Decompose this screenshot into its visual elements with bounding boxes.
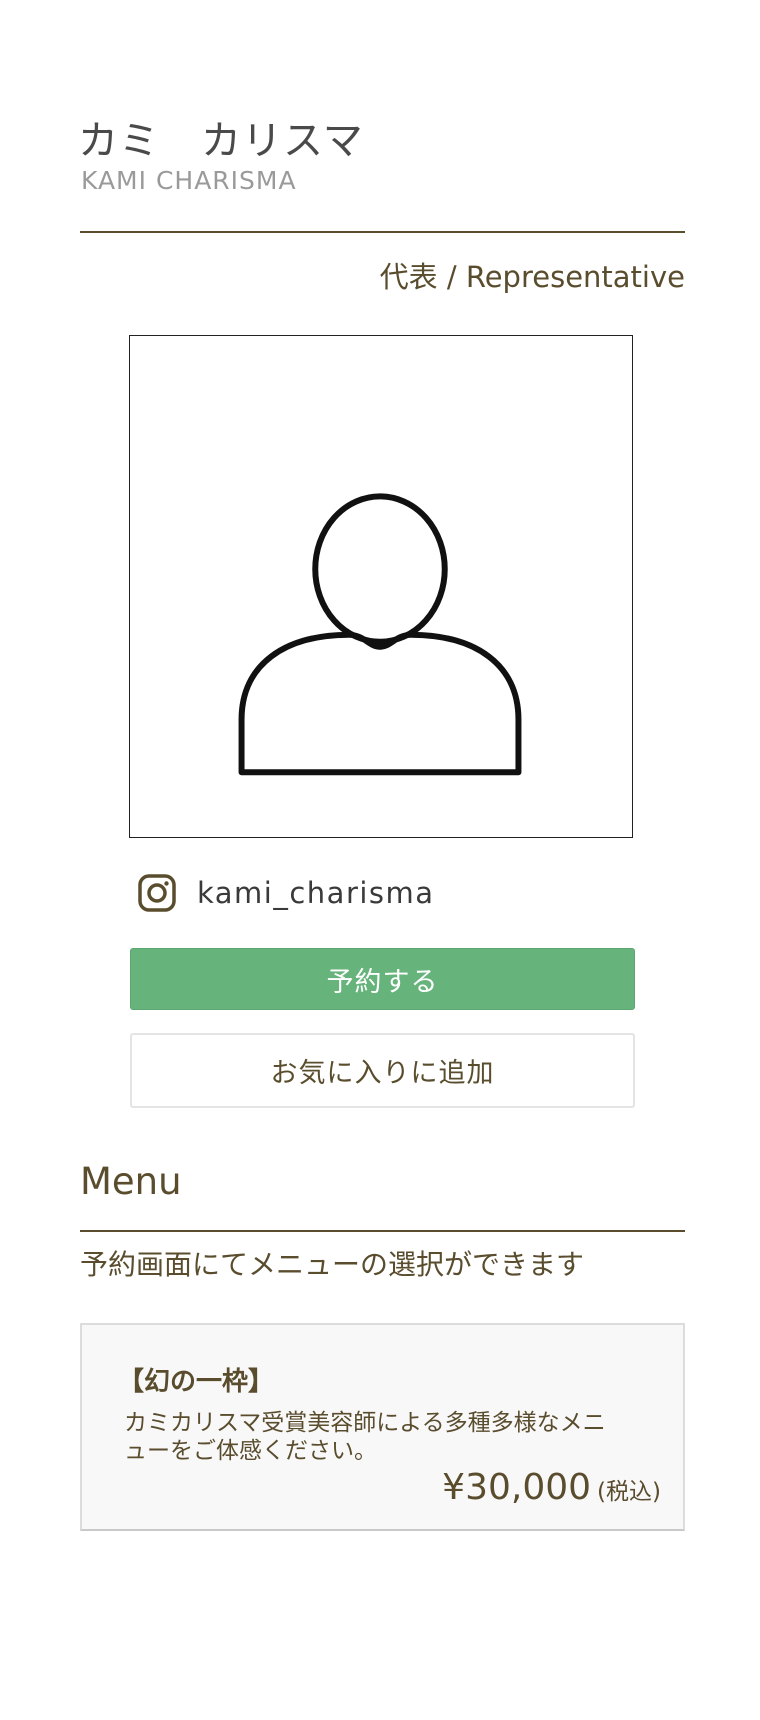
menu-item-price: ¥30,000 (442, 1467, 592, 1508)
menu-note: 予約画面にてメニューの選択ができます (80, 1248, 585, 1281)
profile-photo (129, 335, 633, 838)
menu-item-card[interactable]: 【幻の一枠】 カミカリスマ受賞美容師による多種多様なメニューをご体感ください。 … (80, 1323, 685, 1531)
staff-profile-page: カミ カリスマ KAMI CHARISMA 代表 / Representativ… (0, 0, 760, 1720)
instagram-link[interactable]: kami_charisma (137, 872, 435, 914)
instagram-handle[interactable]: kami_charisma (197, 876, 435, 910)
staff-name-en: KAMI CHARISMA (81, 166, 297, 195)
menu-item-title: 【幻の一枠】 (118, 1367, 275, 1397)
menu-item-description: カミカリスマ受賞美容師による多種多様なメニューをご体感ください。 (124, 1410, 606, 1464)
person-placeholder-icon (238, 493, 522, 776)
staff-name-jp: カミ カリスマ (78, 118, 364, 164)
menu-divider (80, 1230, 685, 1232)
staff-role: 代表 / Representative (379, 260, 685, 294)
menu-item-price-row: ¥30,000 (税込) (442, 1467, 661, 1508)
add-favorite-button[interactable]: お気に入りに追加 (130, 1033, 635, 1108)
reserve-button[interactable]: 予約する (130, 948, 635, 1010)
instagram-icon (138, 874, 176, 912)
menu-item-tax-note: (税込) (597, 1479, 661, 1505)
header-divider (80, 231, 685, 233)
menu-heading: Menu (80, 1160, 182, 1203)
